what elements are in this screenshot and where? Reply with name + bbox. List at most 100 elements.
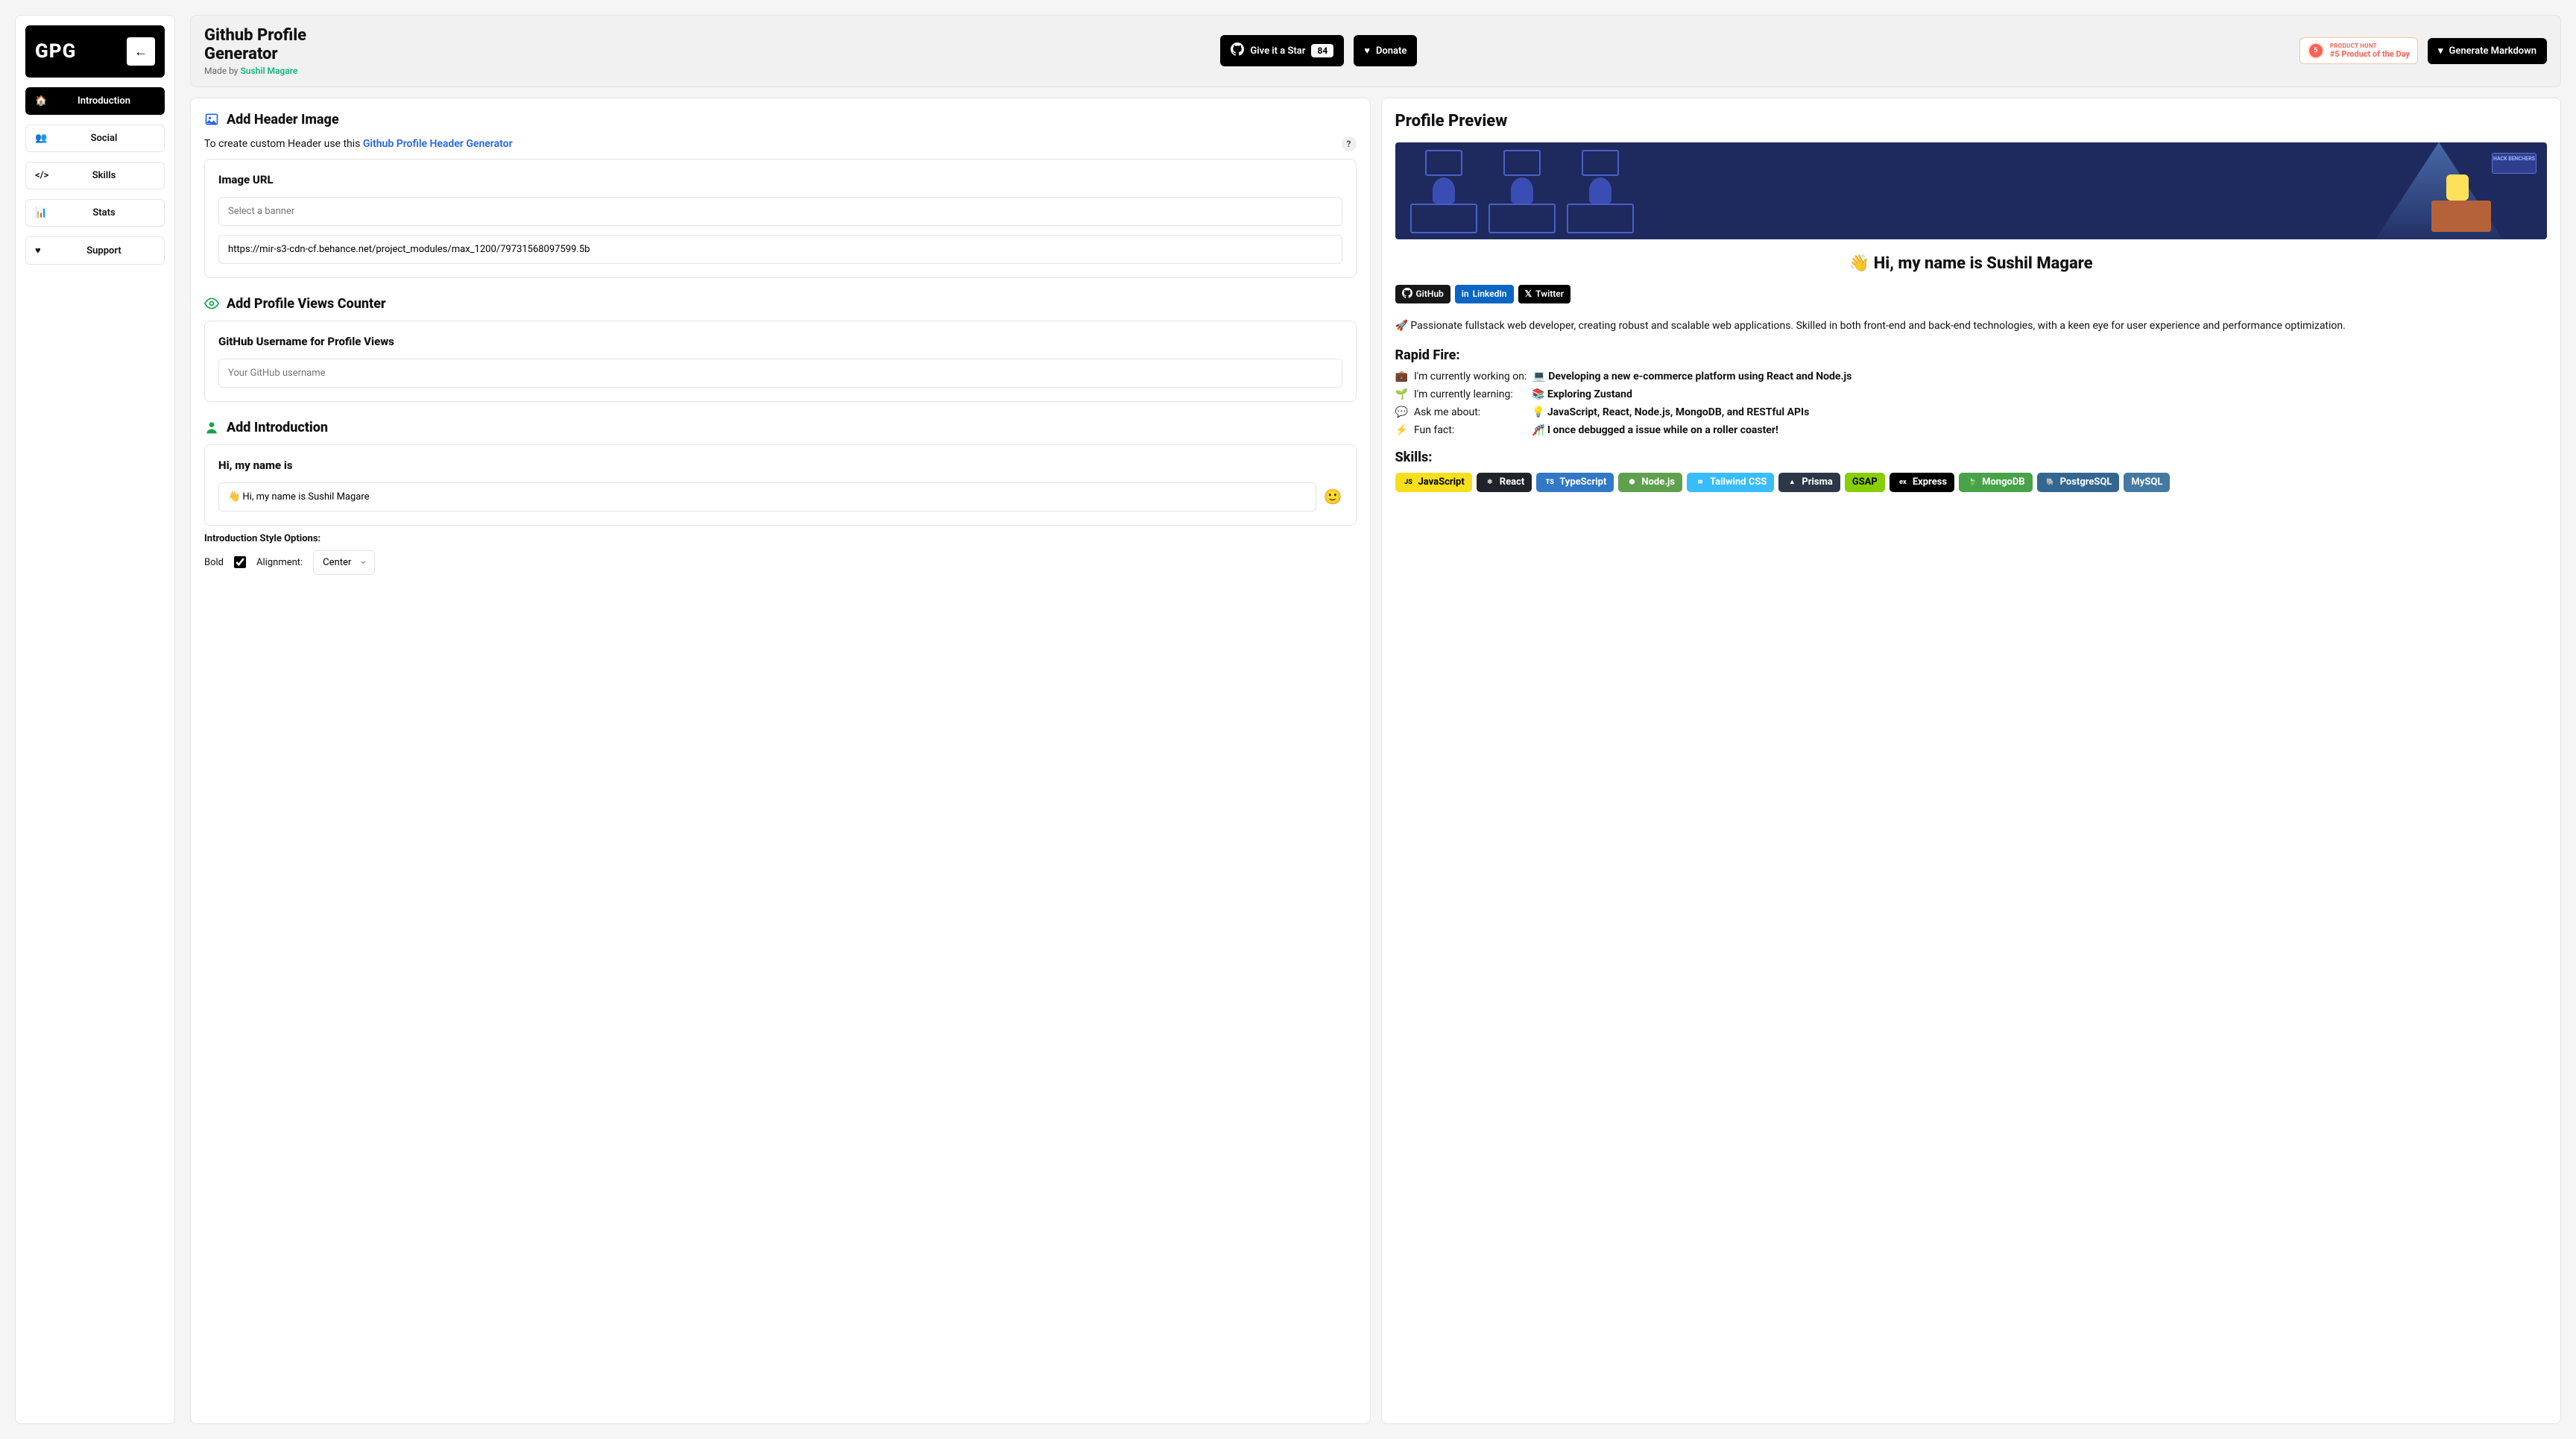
- intro-input[interactable]: [218, 482, 1316, 511]
- linkedin-icon: in: [1462, 289, 1469, 299]
- tw-icon: ≋: [1694, 476, 1706, 488]
- intro-input-row: 🙂: [218, 482, 1342, 511]
- skill-label: React: [1500, 476, 1524, 488]
- section-header: Add Introduction: [204, 420, 1357, 435]
- rf-label: I'm currently working on:: [1414, 371, 1527, 382]
- app-logo: GPG: [35, 40, 76, 63]
- banner-select-input[interactable]: [218, 197, 1342, 226]
- donate-button[interactable]: ♥ Donate: [1354, 35, 1417, 66]
- logo-row: GPG ←: [25, 25, 165, 78]
- rapid-fire-item: 💬 Ask me about: 💡 JavaScript, React, Nod…: [1395, 406, 2548, 418]
- help-icon[interactable]: ?: [1342, 136, 1357, 151]
- sidebar-item-social[interactable]: 👥 Social: [25, 125, 165, 152]
- person-icon: [204, 420, 219, 435]
- preview-title: Profile Preview: [1395, 112, 2548, 130]
- skills-title: Skills:: [1395, 450, 2548, 465]
- app-title: Github Profile Generator: [204, 26, 338, 64]
- star-button[interactable]: Give it a Star 84: [1220, 35, 1344, 66]
- star-label: Give it a Star: [1250, 45, 1305, 57]
- skill-label: MongoDB: [1982, 476, 2025, 488]
- donate-label: Donate: [1376, 45, 1407, 57]
- skill-badge-gsap: GSAP: [1845, 473, 1885, 492]
- node-icon: ⬢: [1626, 476, 1638, 488]
- eye-icon: [204, 296, 219, 311]
- made-by-prefix: Made by: [204, 66, 240, 76]
- sidebar-item-support[interactable]: ♥ Support: [25, 236, 165, 265]
- badge-label: GitHub: [1416, 289, 1444, 299]
- emoji-picker-button[interactable]: 🙂: [1324, 488, 1342, 506]
- introduction-section: Add Introduction Hi, my name is 🙂 Introd…: [204, 420, 1357, 575]
- top-right: 5 PRODUCT HUNT #5 Product of the Day ▾ G…: [2299, 37, 2547, 64]
- rapid-fire-list: 💼 I'm currently working on: 💻 Developing…: [1395, 371, 2548, 436]
- form-column: Add Header Image To create custom Header…: [190, 98, 1371, 1424]
- generate-markdown-button[interactable]: ▾ Generate Markdown: [2428, 38, 2547, 64]
- header-image-section: Add Header Image To create custom Header…: [204, 112, 1357, 278]
- header-generator-link[interactable]: Github Profile Header Generator: [363, 138, 513, 150]
- sidebar-item-label: Skills: [53, 170, 155, 181]
- section-title: Add Header Image: [227, 112, 339, 127]
- twitter-badge[interactable]: 𝕏 Twitter: [1518, 285, 1571, 303]
- back-button[interactable]: ←: [127, 37, 155, 66]
- sidebar-nav: 🏠 Introduction 👥 Social </> Skills 📊 Sta…: [25, 87, 165, 265]
- ts-icon: TS: [1544, 476, 1556, 488]
- alignment-label: Alignment:: [256, 557, 303, 568]
- react-icon: ⚛: [1484, 476, 1496, 488]
- rf-label: Fun fact:: [1414, 424, 1526, 436]
- section-title: Add Introduction: [227, 420, 328, 435]
- skill-badge-js: JSJavaScript: [1395, 473, 1472, 492]
- github-username-input[interactable]: [218, 359, 1342, 388]
- sidebar-item-stats[interactable]: 📊 Stats: [25, 199, 165, 227]
- skill-label: GSAP: [1852, 476, 1878, 488]
- users-icon: 👥: [35, 133, 45, 144]
- rf-answer: 💡 JavaScript, React, Node.js, MongoDB, a…: [1532, 406, 2547, 418]
- mongo-icon: 🍃: [1966, 476, 1978, 488]
- star-count: 84: [1311, 44, 1333, 57]
- ph-small: PRODUCT HUNT: [2330, 42, 2410, 49]
- skill-badge-node: ⬢Node.js: [1618, 473, 1682, 492]
- sidebar: GPG ← 🏠 Introduction 👥 Social </> Skills…: [15, 15, 175, 1424]
- skill-badge-mongo: 🍃 MongoDB: [1959, 473, 2033, 492]
- image-url-input[interactable]: [218, 235, 1342, 264]
- skills-row: JSJavaScript⚛ReactTSTypeScript⬢Node.js≋T…: [1395, 473, 2548, 492]
- skill-badge-react: ⚛ React: [1477, 473, 1532, 492]
- linkedin-badge[interactable]: in LinkedIn: [1455, 285, 1514, 303]
- github-badge[interactable]: GitHub: [1395, 285, 1450, 303]
- skill-badge-mysql: MySQL: [2124, 473, 2170, 492]
- card-title: GitHub Username for Profile Views: [218, 335, 1342, 348]
- options-row: Bold Alignment: Center: [204, 550, 1357, 575]
- ph-big: #5 Product of the Day: [2330, 49, 2410, 59]
- github-icon: [1231, 42, 1244, 59]
- preview-column: Profile Preview HACK BENCHERS 👋 Hi,: [1381, 98, 2562, 1424]
- sidebar-item-label: Support: [53, 245, 155, 256]
- prisma-icon: ▲: [1786, 476, 1798, 488]
- author-link[interactable]: Sushil Magare: [240, 66, 297, 76]
- alignment-select[interactable]: Center: [313, 550, 375, 575]
- skill-badge-prisma: ▲Prisma: [1778, 473, 1840, 492]
- section-header: Add Header Image: [204, 112, 1357, 127]
- skill-badge-ts: TSTypeScript: [1536, 473, 1614, 492]
- markdown-icon: ▾: [2438, 45, 2443, 57]
- banner-image: HACK BENCHERS: [1395, 142, 2548, 239]
- intro-card: Hi, my name is 🙂: [204, 444, 1357, 526]
- sidebar-item-introduction[interactable]: 🏠 Introduction: [25, 87, 165, 115]
- sidebar-item-skills[interactable]: </> Skills: [25, 162, 165, 189]
- skill-badge-tw: ≋Tailwind CSS: [1687, 473, 1774, 492]
- home-icon: 🏠: [35, 95, 45, 107]
- bold-checkbox[interactable]: [234, 556, 246, 568]
- username-card: GitHub Username for Profile Views: [204, 321, 1357, 402]
- rapid-fire-item: 🌱 I'm currently learning: 📚 Exploring Zu…: [1395, 388, 2548, 400]
- help-prefix: To create custom Header use this: [204, 138, 363, 150]
- rf-label: I'm currently learning:: [1414, 388, 1526, 400]
- rapid-fire-item: 💼 I'm currently working on: 💻 Developing…: [1395, 371, 2548, 382]
- badge-label: Twitter: [1535, 289, 1564, 299]
- github-icon: [1402, 288, 1412, 300]
- skill-label: JavaScript: [1418, 476, 1465, 488]
- section-title: Add Profile Views Counter: [227, 296, 386, 312]
- code-icon: </>: [35, 170, 45, 181]
- card-title: Image URL: [218, 173, 1342, 186]
- skill-badge-pg: 🐘PostgreSQL: [2037, 473, 2120, 492]
- heart-icon: ♥: [35, 245, 45, 256]
- views-counter-section: Add Profile Views Counter GitHub Usernam…: [204, 296, 1357, 402]
- product-hunt-badge[interactable]: 5 PRODUCT HUNT #5 Product of the Day: [2299, 37, 2418, 64]
- rf-emoji: 💼: [1395, 371, 1408, 382]
